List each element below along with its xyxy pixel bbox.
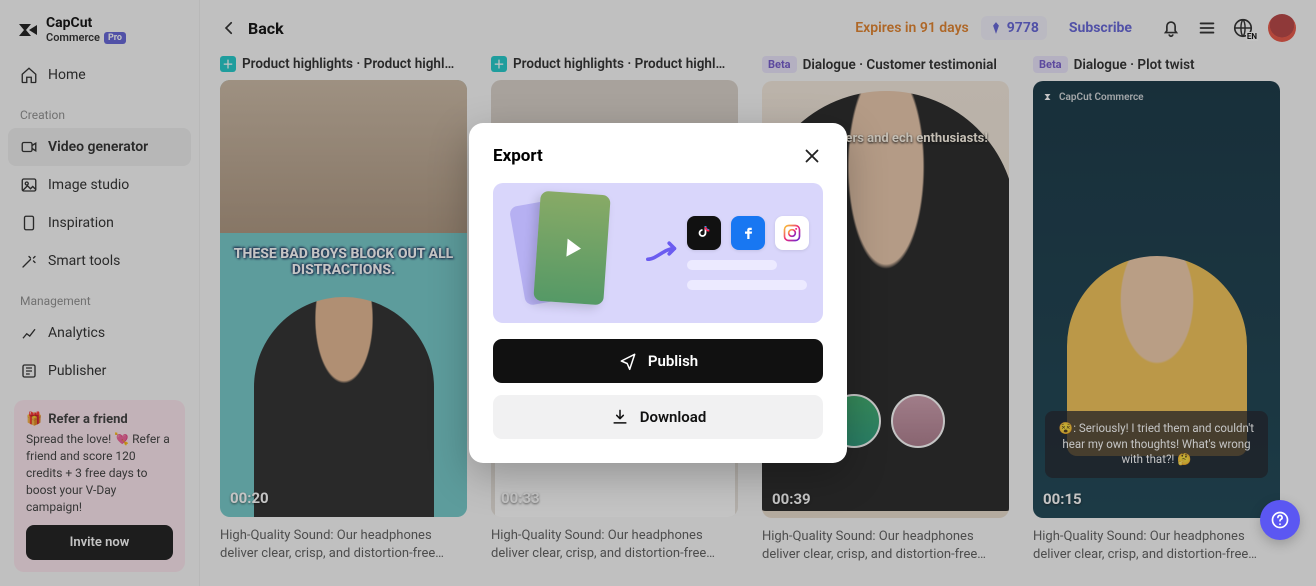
publish-label: Publish	[648, 352, 698, 370]
play-icon	[566, 239, 581, 258]
arrow-icon	[646, 238, 687, 268]
export-modal: Export Publish Download	[469, 123, 847, 463]
help-icon	[1270, 510, 1290, 530]
download-icon	[610, 407, 630, 427]
modal-hero	[493, 183, 823, 323]
close-icon[interactable]	[801, 145, 823, 167]
facebook-icon	[731, 216, 765, 250]
download-button[interactable]: Download	[493, 395, 823, 439]
publish-button[interactable]: Publish	[493, 339, 823, 383]
share-icon	[618, 351, 638, 371]
help-fab[interactable]	[1260, 500, 1300, 540]
download-label: Download	[640, 408, 707, 426]
modal-title: Export	[493, 146, 543, 166]
instagram-icon	[775, 216, 809, 250]
tiktok-icon	[687, 216, 721, 250]
